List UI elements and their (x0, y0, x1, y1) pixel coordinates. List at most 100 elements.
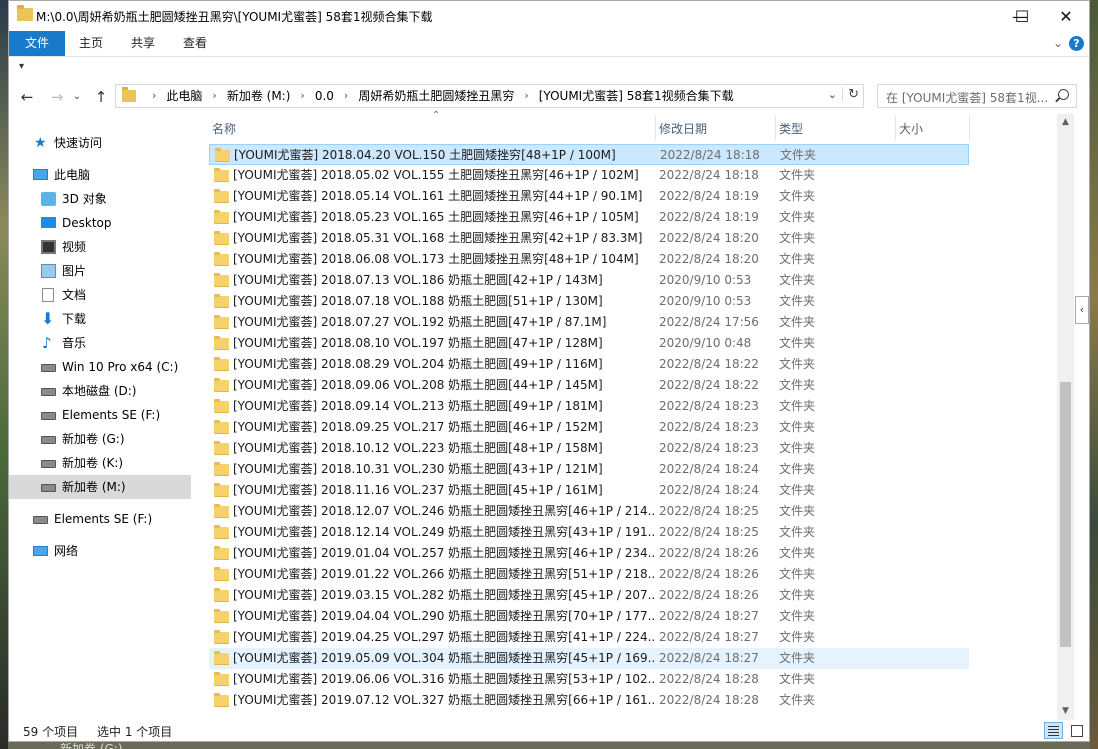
table-row[interactable]: [YOUMI尤蜜荟] 2018.07.27 VOL.192 奶瓶土肥圆[47+1… (209, 312, 969, 333)
table-row[interactable]: [YOUMI尤蜜荟] 2019.01.04 VOL.257 奶瓶土肥圆矮挫丑黑穷… (209, 543, 969, 564)
table-row[interactable]: [YOUMI尤蜜荟] 2018.07.13 VOL.186 奶瓶土肥圆[42+1… (209, 270, 969, 291)
nav-item-drive-k[interactable]: 新加卷 (K:) (9, 451, 191, 475)
table-row[interactable]: [YOUMI尤蜜荟] 2018.10.31 VOL.230 奶瓶土肥圆[43+1… (209, 459, 969, 480)
nav-item-documents[interactable]: 文档 (9, 283, 191, 307)
table-row[interactable]: [YOUMI尤蜜荟] 2018.09.14 VOL.213 奶瓶土肥圆[49+1… (209, 396, 969, 417)
table-row[interactable]: [YOUMI尤蜜荟] 2019.04.04 VOL.290 奶瓶土肥圆矮挫丑黑穷… (209, 606, 969, 627)
table-row[interactable]: [YOUMI尤蜜荟] 2019.03.15 VOL.282 奶瓶土肥圆矮挫丑黑穷… (209, 585, 969, 606)
breadcrumb-item[interactable]: [YOUMI尤蜜荟] 58套1视频合集下载 (539, 85, 734, 107)
search-icon[interactable] (1058, 89, 1069, 100)
back-button[interactable]: ← (17, 87, 37, 107)
table-row[interactable]: [YOUMI尤蜜荟] 2018.11.16 VOL.237 奶瓶土肥圆[45+1… (209, 480, 969, 501)
chevron-left-icon[interactable]: ‹ (1075, 296, 1089, 324)
folder-icon (214, 378, 229, 392)
title-bar[interactable]: M:\0.0\周妍希奶瓶土肥圆矮挫丑黑穷\[YOUMI尤蜜荟] 58套1视频合集… (9, 1, 1089, 31)
nav-item-videos[interactable]: 视频 (9, 235, 191, 259)
table-row[interactable]: [YOUMI尤蜜荟] 2018.05.14 VOL.161 土肥圆矮挫丑黑穷[4… (209, 186, 969, 207)
folder-icon (214, 336, 229, 350)
table-row[interactable]: [YOUMI尤蜜荟] 2019.01.22 VOL.266 奶瓶土肥圆矮挫丑黑穷… (209, 564, 969, 585)
column-header-name[interactable]: 名称 (212, 114, 236, 142)
nav-item-downloads[interactable]: ⬇ 下载 (9, 307, 191, 331)
table-row[interactable]: [YOUMI尤蜜荟] 2018.07.18 VOL.188 奶瓶土肥圆[51+1… (209, 291, 969, 312)
forward-button[interactable]: → (47, 87, 67, 107)
nav-item-drive-g[interactable]: 新加卷 (G:) (9, 427, 191, 451)
details-view-button[interactable] (1044, 722, 1063, 739)
close-button[interactable]: ✕ (1043, 1, 1089, 31)
table-row[interactable]: [YOUMI尤蜜荟] 2018.04.20 VOL.150 土肥圆矮挫穷[48+… (209, 144, 969, 165)
scroll-up-icon[interactable]: ▲ (1057, 114, 1074, 131)
table-row[interactable]: [YOUMI尤蜜荟] 2019.04.25 VOL.297 奶瓶土肥圆矮挫丑黑穷… (209, 627, 969, 648)
column-divider[interactable] (895, 116, 896, 140)
column-divider[interactable] (969, 116, 970, 140)
table-row[interactable]: [YOUMI尤蜜荟] 2018.12.14 VOL.249 奶瓶土肥圆矮挫丑黑穷… (209, 522, 969, 543)
chevron-right-icon[interactable]: › (202, 85, 226, 107)
scroll-down-icon[interactable]: ▼ (1057, 703, 1074, 720)
chevron-right-icon[interactable]: › (290, 85, 314, 107)
table-row[interactable]: [YOUMI尤蜜荟] 2018.12.07 VOL.246 奶瓶土肥圆矮挫丑黑穷… (209, 501, 969, 522)
column-header-date[interactable]: 修改日期 (659, 114, 707, 142)
nav-item-drive-d[interactable]: 本地磁盘 (D:) (9, 379, 191, 403)
vertical-scrollbar[interactable]: ▲ ▼ (1057, 114, 1074, 720)
breadcrumb-item[interactable]: 此电脑 (166, 85, 202, 107)
customize-toolbar-icon[interactable]: ▾ (19, 61, 24, 72)
nav-item-drive-m[interactable]: 新加卷 (M:) (9, 475, 191, 499)
breadcrumb-item[interactable]: 周妍希奶瓶土肥圆矮挫丑黑穷 (358, 85, 514, 107)
large-icons-view-button[interactable] (1067, 722, 1086, 739)
chevron-right-icon[interactable]: › (334, 85, 358, 107)
table-row[interactable]: [YOUMI尤蜜荟] 2018.05.31 VOL.168 土肥圆矮挫丑黑穷[4… (209, 228, 969, 249)
breadcrumb-item[interactable]: 新加卷 (M:) (227, 85, 291, 107)
tab-view[interactable]: 查看 (171, 31, 219, 56)
nav-item-drive-c[interactable]: Win 10 Pro x64 (C:) (9, 355, 191, 379)
music-icon: ♪ (42, 334, 52, 352)
chevron-right-icon[interactable]: › (514, 85, 538, 107)
table-row[interactable]: [YOUMI尤蜜荟] 2019.05.09 VOL.304 奶瓶土肥圆矮挫丑黑穷… (209, 648, 969, 669)
file-name: [YOUMI尤蜜荟] 2019.03.15 VOL.282 奶瓶土肥圆矮挫丑黑穷… (233, 588, 654, 602)
maximize-button[interactable]: ☐ (999, 1, 1045, 31)
file-date: 2020/9/10 0:53 (659, 273, 752, 287)
chevron-right-icon[interactable]: › (142, 85, 166, 107)
nav-item-music[interactable]: ♪ 音乐 (9, 331, 191, 355)
desktop-icon (41, 217, 56, 228)
recent-locations-icon[interactable]: ⌄ (67, 87, 87, 107)
nav-item-this-pc[interactable]: 此电脑 (9, 163, 191, 187)
file-type: 文件夹 (779, 336, 816, 350)
file-type: 文件夹 (779, 294, 816, 308)
nav-item-elements-se[interactable]: Elements SE (F:) (9, 507, 191, 531)
scrollbar-thumb[interactable] (1060, 382, 1071, 647)
table-row[interactable]: [YOUMI尤蜜荟] 2019.07.12 VOL.327 奶瓶土肥圆矮挫丑黑穷… (209, 690, 969, 711)
table-row[interactable]: [YOUMI尤蜜荟] 2018.10.12 VOL.223 奶瓶土肥圆[48+1… (209, 438, 969, 459)
tab-file[interactable]: 文件 (9, 31, 65, 56)
column-header-type[interactable]: 类型 (779, 114, 803, 142)
address-bar[interactable]: › 此电脑 › 新加卷 (M:) › 0.0 › 周妍希奶瓶土肥圆矮挫丑黑穷 ›… (115, 84, 864, 108)
refresh-icon[interactable]: ↻ (842, 87, 859, 102)
tab-share[interactable]: 共享 (119, 31, 167, 56)
nav-item-desktop[interactable]: Desktop (9, 211, 191, 235)
table-row[interactable]: [YOUMI尤蜜荟] 2018.05.23 VOL.165 土肥圆矮挫丑黑穷[4… (209, 207, 969, 228)
search-input[interactable]: 在 [YOUMI尤蜜荟] 58套1视... (877, 84, 1077, 108)
nav-item-3d-objects[interactable]: 3D 对象 (9, 187, 191, 211)
table-row[interactable]: [YOUMI尤蜜荟] 2018.08.29 VOL.204 奶瓶土肥圆[49+1… (209, 354, 969, 375)
column-header-size[interactable]: 大小 (899, 114, 923, 142)
column-divider[interactable] (655, 116, 656, 140)
table-row[interactable]: [YOUMI尤蜜荟] 2018.06.08 VOL.173 土肥圆矮挫丑黑穷[4… (209, 249, 969, 270)
table-row[interactable]: [YOUMI尤蜜荟] 2018.08.10 VOL.197 奶瓶土肥圆[47+1… (209, 333, 969, 354)
file-name: [YOUMI尤蜜荟] 2018.04.20 VOL.150 土肥圆矮挫穷[48+… (234, 148, 616, 162)
expand-ribbon-icon[interactable]: ⌄ (1053, 36, 1063, 50)
file-type: 文件夹 (780, 148, 817, 162)
table-row[interactable]: [YOUMI尤蜜荟] 2018.05.02 VOL.155 土肥圆矮挫丑黑穷[4… (209, 165, 969, 186)
table-row[interactable]: [YOUMI尤蜜荟] 2018.09.06 VOL.208 奶瓶土肥圆[44+1… (209, 375, 969, 396)
chevron-down-icon[interactable]: ⌄ (828, 88, 837, 101)
up-button[interactable]: ↑ (91, 87, 111, 107)
table-row[interactable]: [YOUMI尤蜜荟] 2018.09.25 VOL.217 奶瓶土肥圆[46+1… (209, 417, 969, 438)
nav-item-pictures[interactable]: 图片 (9, 259, 191, 283)
nav-item-network[interactable]: 网络 (9, 539, 191, 563)
documents-icon (42, 288, 54, 302)
nav-item-quick-access[interactable]: ★ 快速访问 (9, 131, 191, 155)
column-divider[interactable] (775, 116, 776, 140)
tab-home[interactable]: 主页 (67, 31, 115, 56)
breadcrumb-item[interactable]: 0.0 (315, 85, 334, 107)
help-icon[interactable]: ? (1069, 36, 1084, 51)
nav-item-label: Win 10 Pro x64 (C:) (62, 360, 179, 374)
nav-item-drive-f[interactable]: Elements SE (F:) (9, 403, 191, 427)
table-row[interactable]: [YOUMI尤蜜荟] 2019.06.06 VOL.316 奶瓶土肥圆矮挫丑黑穷… (209, 669, 969, 690)
